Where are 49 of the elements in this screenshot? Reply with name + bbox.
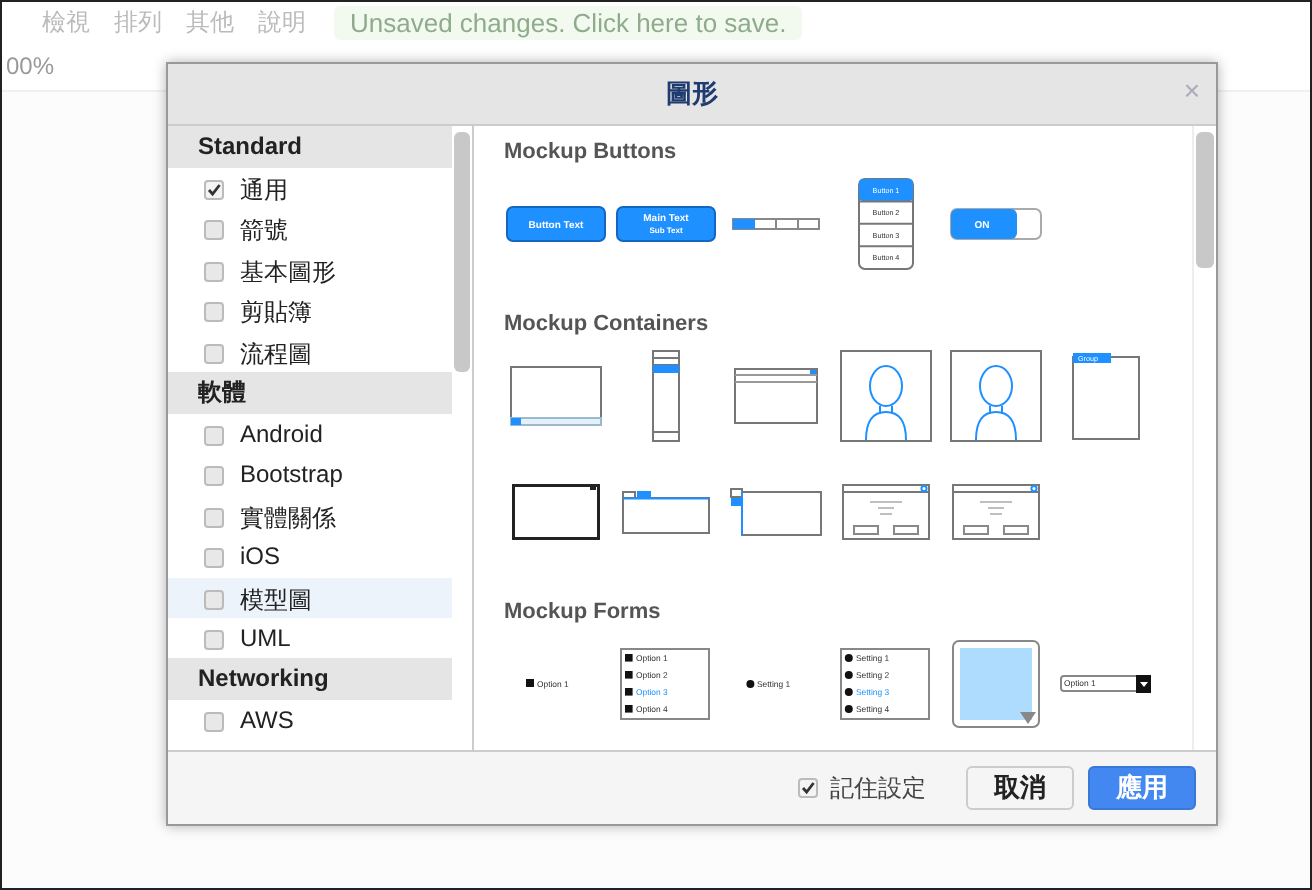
- tab-container-shape[interactable]: [621, 490, 709, 534]
- dialog-shape[interactable]: [841, 484, 929, 540]
- cancel-button[interactable]: 取消: [966, 766, 1074, 810]
- checkbox-label: 記住設定: [830, 771, 926, 805]
- library-item[interactable]: 流程圖: [168, 331, 452, 372]
- checkbox[interactable]: [204, 589, 224, 610]
- library-item[interactable]: 模型圖: [168, 577, 452, 618]
- dialog-title: 圖形: [666, 76, 718, 112]
- checkbox[interactable]: [204, 466, 224, 487]
- library-item[interactable]: AWS: [168, 700, 452, 742]
- segmented-control-drawing[interactable]: [731, 218, 819, 230]
- library-item[interactable]: 箭號: [168, 208, 452, 250]
- library-item[interactable]: 基本圖形: [168, 249, 452, 291]
- color-picker-shape[interactable]: [951, 640, 1039, 728]
- section-heading: 軟體: [168, 371, 452, 414]
- library-item[interactable]: 實體關係: [168, 495, 452, 537]
- accordion-shape[interactable]: [651, 350, 679, 442]
- dialog-shape[interactable]: [951, 484, 1039, 540]
- checkbox[interactable]: [204, 507, 224, 528]
- scrollbar-thumb[interactable]: [1196, 132, 1214, 268]
- library-item[interactable]: Bootstrap: [168, 454, 452, 496]
- section-heading: Standard: [168, 126, 452, 168]
- checkbox[interactable]: [204, 180, 224, 200]
- user-avatar-drawing[interactable]: [949, 350, 1041, 442]
- browser-window-shape[interactable]: [733, 368, 817, 424]
- checkbox[interactable]: [204, 712, 224, 733]
- section-title: Mockup Forms: [504, 598, 663, 628]
- library-item[interactable]: 通用: [168, 168, 452, 209]
- window-shape[interactable]: [509, 366, 601, 426]
- checkbox[interactable]: [204, 261, 224, 282]
- user-avatar-drawing[interactable]: [839, 350, 931, 442]
- side-tab-container-shape[interactable]: [729, 488, 821, 536]
- checkbox[interactable]: [204, 343, 224, 364]
- library-item[interactable]: UML: [168, 617, 452, 659]
- checkbox[interactable]: [204, 629, 224, 650]
- section-heading: Networking: [168, 658, 452, 701]
- frame-shape[interactable]: [511, 484, 599, 540]
- checkbox[interactable]: [204, 302, 224, 323]
- section-title: Mockup Containers: [504, 310, 711, 340]
- scrollbar-thumb[interactable]: [454, 132, 470, 372]
- library-item[interactable]: iOS: [168, 536, 452, 578]
- apply-button[interactable]: 應用: [1088, 766, 1196, 810]
- checkbox[interactable]: [204, 548, 224, 569]
- checkbox[interactable]: [204, 425, 224, 446]
- checkbox[interactable]: [798, 778, 818, 798]
- checkbox[interactable]: [204, 220, 224, 241]
- library-item[interactable]: Android: [168, 413, 452, 455]
- section-title: Mockup Buttons: [504, 138, 679, 168]
- library-item[interactable]: 剪貼簿: [168, 290, 452, 332]
